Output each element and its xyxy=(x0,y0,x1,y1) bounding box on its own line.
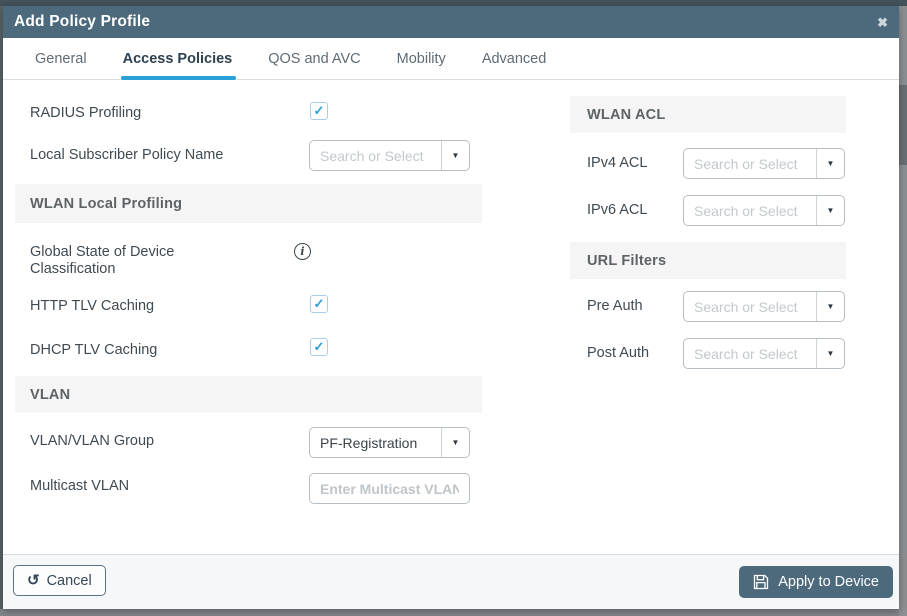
check-icon: ✓ xyxy=(313,103,325,118)
check-icon: ✓ xyxy=(313,296,325,311)
tab-general[interactable]: General xyxy=(17,38,105,79)
dialog-title: Add Policy Profile xyxy=(14,13,151,30)
ipv6-acl-placeholder: Search or Select xyxy=(694,202,798,219)
dialog-footer: ↺ Cancel Apply to Device xyxy=(3,554,899,609)
section-wlan-acl: WLAN ACL xyxy=(570,96,846,133)
local-subscriber-policy-name-placeholder: Search or Select xyxy=(320,147,424,164)
dhcp-tlv-caching-checkbox[interactable]: ✓ xyxy=(310,338,328,356)
radius-profiling-checkbox[interactable]: ✓ xyxy=(310,102,328,120)
vlan-group-value: PF-Registration xyxy=(320,434,418,451)
dialog-titlebar: Add Policy Profile ✖ xyxy=(3,6,899,38)
section-url-filters: URL Filters xyxy=(570,242,846,279)
local-subscriber-policy-name-label: Local Subscriber Policy Name xyxy=(30,147,224,163)
page-scrollbar-thumb[interactable] xyxy=(899,85,907,165)
cancel-button[interactable]: ↺ Cancel xyxy=(13,565,106,596)
post-auth-placeholder: Search or Select xyxy=(694,345,798,362)
close-icon[interactable]: ✖ xyxy=(877,16,888,29)
chevron-down-icon: ▼ xyxy=(816,149,844,178)
apply-to-device-label: Apply to Device xyxy=(778,574,879,590)
vlan-group-select[interactable]: PF-Registration ▼ xyxy=(309,427,470,458)
tab-mobility[interactable]: Mobility xyxy=(379,38,464,79)
tab-advanced[interactable]: Advanced xyxy=(464,38,565,79)
undo-icon: ↺ xyxy=(27,572,40,589)
chevron-down-icon: ▼ xyxy=(816,292,844,321)
ipv4-acl-select[interactable]: Search or Select ▼ xyxy=(683,148,845,179)
post-auth-label: Post Auth xyxy=(587,345,650,361)
cancel-button-label: Cancel xyxy=(46,572,92,589)
section-wlan-local-profiling: WLAN Local Profiling xyxy=(15,184,482,223)
multicast-vlan-input[interactable] xyxy=(309,473,470,504)
ipv4-acl-placeholder: Search or Select xyxy=(694,155,798,172)
save-icon xyxy=(753,574,769,590)
http-tlv-caching-checkbox[interactable]: ✓ xyxy=(310,295,328,313)
tab-qos-and-avc[interactable]: QOS and AVC xyxy=(250,38,378,79)
chevron-down-icon: ▼ xyxy=(816,339,844,368)
post-auth-select[interactable]: Search or Select ▼ xyxy=(683,338,845,369)
http-tlv-caching-label: HTTP TLV Caching xyxy=(30,298,155,314)
check-icon: ✓ xyxy=(313,339,325,354)
local-subscriber-policy-name-select[interactable]: Search or Select ▼ xyxy=(309,140,470,171)
section-vlan: VLAN xyxy=(15,376,482,413)
chevron-down-icon: ▼ xyxy=(441,141,469,170)
apply-to-device-button[interactable]: Apply to Device xyxy=(739,566,893,598)
multicast-vlan-label: Multicast VLAN xyxy=(30,478,130,494)
ipv4-acl-label: IPv4 ACL xyxy=(587,155,648,171)
pre-auth-select[interactable]: Search or Select ▼ xyxy=(683,291,845,322)
info-icon[interactable]: i xyxy=(294,243,311,260)
global-state-label: Global State of Device Classification xyxy=(30,244,175,278)
tab-access-policies[interactable]: Access Policies xyxy=(105,38,251,80)
ipv6-acl-select[interactable]: Search or Select ▼ xyxy=(683,195,845,226)
pre-auth-placeholder: Search or Select xyxy=(694,298,798,315)
tab-bar: General Access Policies QOS and AVC Mobi… xyxy=(3,38,899,80)
add-policy-profile-dialog: Add Policy Profile ✖ General Access Poli… xyxy=(3,6,899,609)
pre-auth-label: Pre Auth xyxy=(587,298,643,314)
ipv6-acl-label: IPv6 ACL xyxy=(587,202,648,218)
dhcp-tlv-caching-label: DHCP TLV Caching xyxy=(30,342,158,358)
radius-profiling-label: RADIUS Profiling xyxy=(30,105,142,121)
chevron-down-icon: ▼ xyxy=(816,196,844,225)
chevron-down-icon: ▼ xyxy=(441,428,469,457)
dialog-content: RADIUS Profiling ✓ Local Subscriber Poli… xyxy=(3,80,899,555)
vlan-group-label: VLAN/VLAN Group xyxy=(30,433,155,449)
